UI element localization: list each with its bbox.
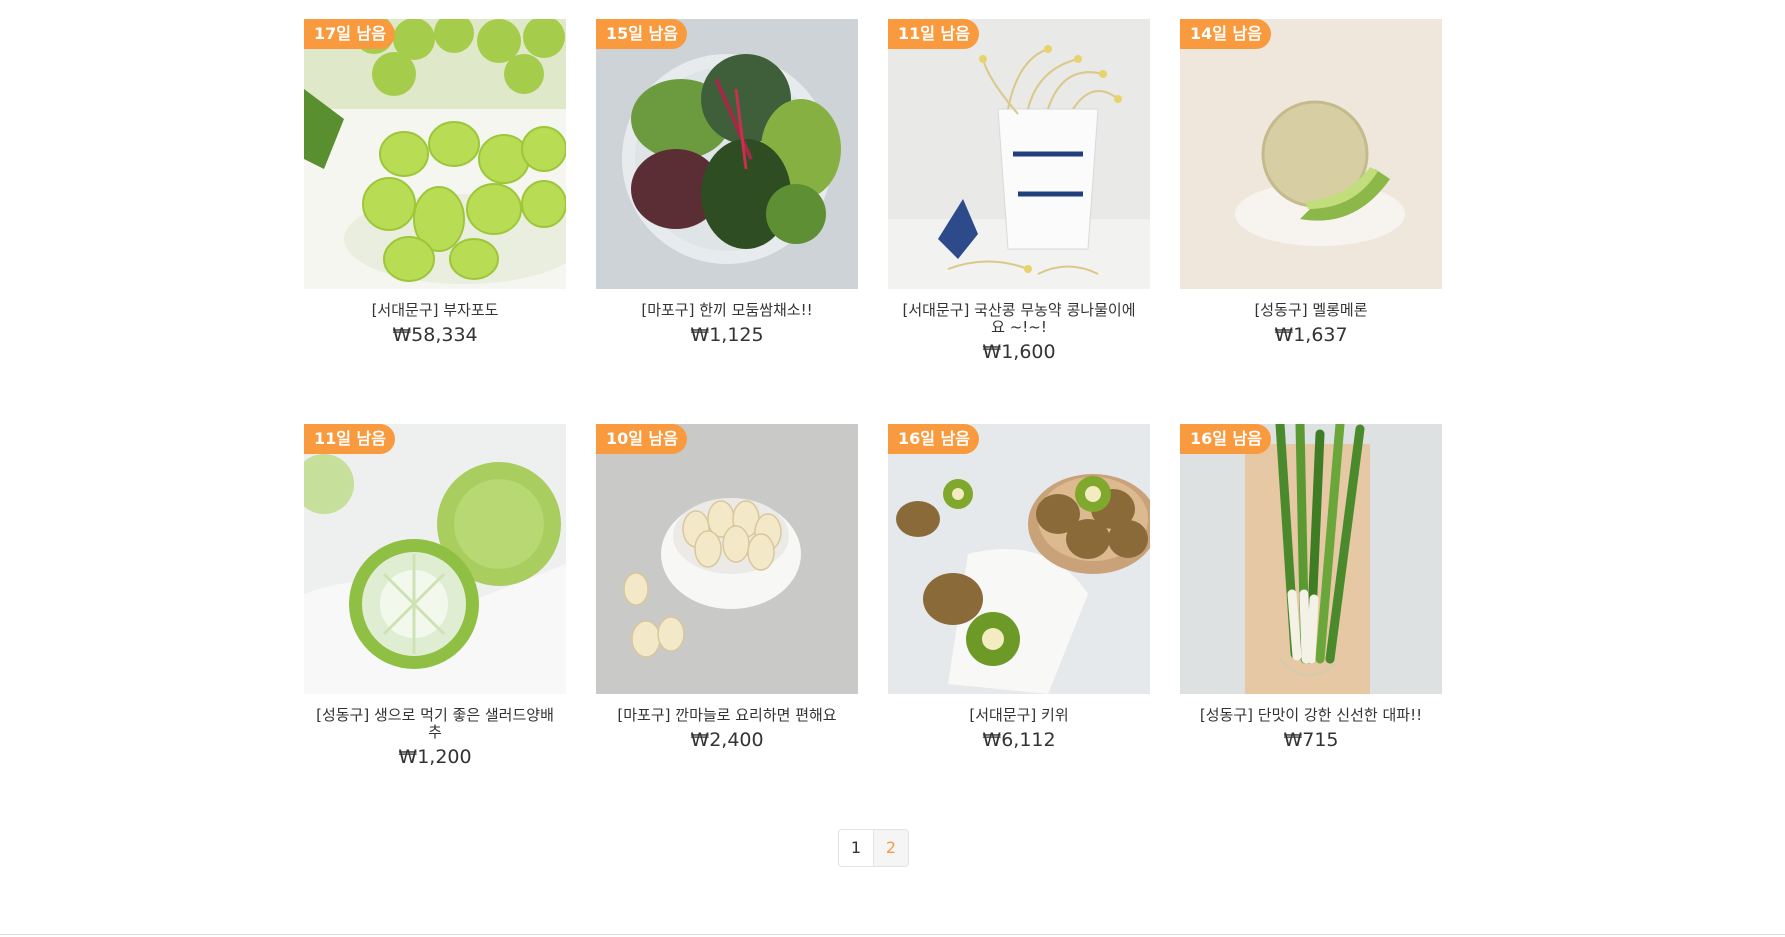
product-name[interactable]: [성동구] 생으로 먹기 좋은 샐러드양배추 (304, 707, 566, 741)
product-price: ₩58,334 (392, 324, 478, 346)
days-left-badge: 15일 남음 (596, 19, 687, 49)
product-price: ₩715 (1283, 729, 1339, 751)
product-grid: 17일 남음 [서대문구] 부자포도 ₩58,334 15일 남음 [마포구] … (304, 19, 1442, 829)
product-card[interactable]: 10일 남음 [마포구] 깐마늘로 요리하면 편해요 ₩2,400 (596, 424, 858, 829)
product-price: ₩1,637 (1274, 324, 1348, 346)
product-image-grapes[interactable]: 17일 남음 (304, 19, 566, 289)
days-left-badge: 10일 남음 (596, 424, 687, 454)
product-image-garlic[interactable]: 10일 남음 (596, 424, 858, 694)
product-card[interactable]: 16일 남음 [성동구] 단맛이 강한 신선한 대파!! ₩715 (1180, 424, 1442, 829)
pagination: 1 2 (838, 829, 909, 867)
product-image-salad-greens[interactable]: 15일 남음 (596, 19, 858, 289)
product-image-melon[interactable]: 14일 남음 (1180, 19, 1442, 289)
product-price: ₩2,400 (690, 729, 764, 751)
days-left-badge: 11일 남음 (304, 424, 395, 454)
footer-divider (0, 934, 1785, 935)
product-name[interactable]: [서대문구] 키위 (888, 707, 1150, 724)
product-name[interactable]: [서대문구] 국산콩 무농약 콩나물이에요 ~!~! (888, 302, 1150, 336)
days-left-badge: 14일 남음 (1180, 19, 1271, 49)
product-name[interactable]: [성동구] 단맛이 강한 신선한 대파!! (1180, 707, 1442, 724)
product-card[interactable]: 14일 남음 [성동구] 멜롱메론 ₩1,637 (1180, 19, 1442, 424)
days-left-badge: 16일 남음 (1180, 424, 1271, 454)
product-name[interactable]: [마포구] 깐마늘로 요리하면 편해요 (596, 707, 858, 724)
product-name[interactable]: [서대문구] 부자포도 (304, 302, 566, 319)
product-image-kiwi[interactable]: 16일 남음 (888, 424, 1150, 694)
page-link-1[interactable]: 1 (839, 830, 873, 866)
product-card[interactable]: 15일 남음 [마포구] 한끼 모둠쌈채소!! ₩1,125 (596, 19, 858, 424)
product-card[interactable]: 11일 남음 [서대문구] 국산콩 무농약 콩나물이에요 ~!~! ₩1,600 (888, 19, 1150, 424)
product-price: ₩6,112 (982, 729, 1056, 751)
product-image-bean-sprouts[interactable]: 11일 남음 (888, 19, 1150, 289)
days-left-badge: 11일 남음 (888, 19, 979, 49)
product-name[interactable]: [마포구] 한끼 모둠쌈채소!! (596, 302, 858, 319)
days-left-badge: 17일 남음 (304, 19, 395, 49)
product-price: ₩1,600 (982, 341, 1056, 363)
page-link-2-current[interactable]: 2 (873, 830, 908, 866)
product-price: ₩1,200 (398, 746, 472, 768)
product-price: ₩1,125 (690, 324, 764, 346)
product-image-cabbage[interactable]: 11일 남음 (304, 424, 566, 694)
product-card[interactable]: 16일 남음 [서대문구] 키위 ₩6,112 (888, 424, 1150, 829)
product-image-green-onion[interactable]: 16일 남음 (1180, 424, 1442, 694)
days-left-badge: 16일 남음 (888, 424, 979, 454)
product-card[interactable]: 17일 남음 [서대문구] 부자포도 ₩58,334 (304, 19, 566, 424)
product-name[interactable]: [성동구] 멜롱메론 (1180, 302, 1442, 319)
product-card[interactable]: 11일 남음 [성동구] 생으로 먹기 좋은 샐러드양배추 ₩1,200 (304, 424, 566, 829)
